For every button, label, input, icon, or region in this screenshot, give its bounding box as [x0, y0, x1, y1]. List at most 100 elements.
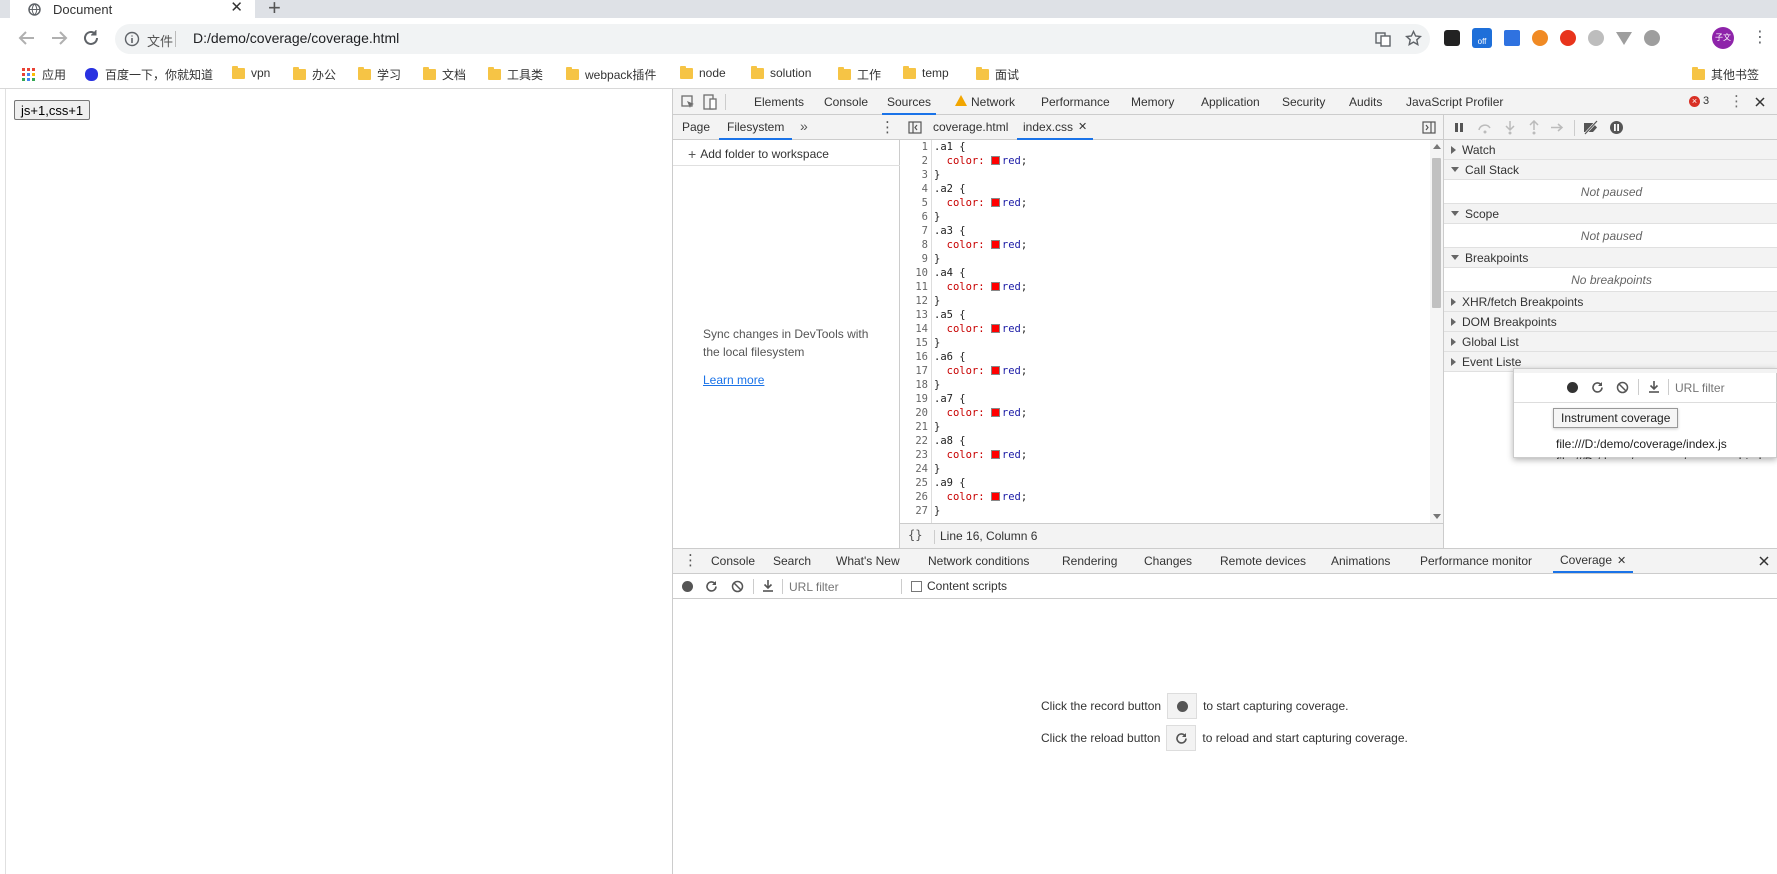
off-extension-icon[interactable]: off [1472, 28, 1492, 48]
bookmark-folder[interactable]: solution [751, 65, 811, 80]
error-count[interactable]: 3 [1703, 95, 1709, 107]
star-icon[interactable] [1405, 30, 1422, 47]
file-tab-index-css[interactable]: index.css ✕ [1017, 115, 1094, 140]
code-line[interactable]: color: red; [934, 280, 1028, 294]
drawer-tab-rendering[interactable]: Rendering [1062, 549, 1117, 573]
device-toolbar-icon[interactable] [703, 94, 717, 110]
reload-icon[interactable] [705, 580, 718, 593]
devtools-menu-icon[interactable]: ⋮ [1729, 92, 1744, 110]
code-line[interactable]: color: red; [934, 196, 1028, 210]
line-number[interactable]: 8 [900, 238, 931, 252]
line-number[interactable]: 20 [900, 406, 931, 420]
tab-memory[interactable]: Memory [1131, 89, 1174, 115]
add-folder-button[interactable]: + Add folder to workspace [688, 146, 829, 162]
code-line[interactable]: .a3 { [934, 224, 966, 238]
address-bar[interactable]: 文件 D:/demo/coverage/coverage.html [115, 24, 1430, 54]
pocket-icon[interactable] [1504, 30, 1520, 46]
tab-elements[interactable]: Elements [754, 89, 804, 115]
navigator-menu-icon[interactable]: ⋮ [880, 118, 895, 136]
drawer-tab-remote-devices[interactable]: Remote devices [1220, 549, 1306, 573]
coverage-row[interactable]: file:///D:/demo/coverage/index.js [1556, 437, 1727, 451]
code-line[interactable]: .a2 { [934, 182, 966, 196]
url-text[interactable]: D:/demo/coverage/coverage.html [193, 30, 399, 46]
record-button[interactable] [1167, 693, 1198, 719]
color-swatch[interactable] [990, 492, 1000, 501]
code-line[interactable]: } [934, 504, 940, 518]
line-number[interactable]: 14 [900, 322, 931, 336]
deactivate-breakpoints-icon[interactable] [1582, 120, 1600, 135]
back-icon[interactable] [18, 29, 36, 47]
drawer-tab-console[interactable]: Console [711, 549, 755, 573]
drawer-tab-performance-monitor[interactable]: Performance monitor [1420, 549, 1532, 573]
color-swatch[interactable] [990, 198, 1000, 207]
drawer-tab-network-conditions[interactable]: Network conditions [928, 549, 1029, 573]
tab-audits[interactable]: Audits [1349, 89, 1382, 115]
code-line[interactable]: color: red; [934, 448, 1028, 462]
code-line[interactable]: } [934, 210, 940, 224]
tab-application[interactable]: Application [1201, 89, 1260, 115]
line-number[interactable]: 3 [900, 168, 931, 182]
bookmark-folder[interactable]: 办公 [293, 66, 336, 83]
tab-close-icon[interactable]: ✕ [230, 0, 243, 16]
code-line[interactable]: .a6 { [934, 350, 966, 364]
code-line[interactable]: } [934, 420, 940, 434]
clear-icon[interactable] [1616, 381, 1629, 394]
circle-icon[interactable] [1644, 30, 1660, 46]
bookmark-baidu[interactable]: 百度一下，你就知道 [85, 66, 213, 83]
line-number[interactable]: 27 [900, 504, 931, 518]
line-number[interactable]: 22 [900, 434, 931, 448]
color-swatch[interactable] [990, 240, 1000, 249]
close-coverage-icon[interactable]: ✕ [1617, 554, 1626, 567]
section-scope[interactable]: Scope [1444, 204, 1777, 224]
color-swatch[interactable] [990, 408, 1000, 417]
tab-page[interactable]: Page [682, 120, 710, 134]
line-number[interactable]: 24 [900, 462, 931, 476]
step-out-icon[interactable] [1528, 120, 1540, 135]
drawer-tab-changes[interactable]: Changes [1144, 549, 1192, 573]
translate-icon[interactable] [1375, 31, 1391, 47]
line-number[interactable]: 19 [900, 392, 931, 406]
code-line[interactable]: color: red; [934, 322, 1028, 336]
line-number[interactable]: 26 [900, 490, 931, 504]
vue-icon[interactable] [1616, 31, 1632, 45]
section-dom-breakpoints[interactable]: DOM Breakpoints [1444, 312, 1777, 332]
line-number[interactable]: 17 [900, 364, 931, 378]
bookmark-folder[interactable]: 工作 [838, 66, 881, 83]
scroll-thumb[interactable] [1432, 158, 1441, 308]
reload-icon[interactable] [82, 29, 100, 47]
line-number[interactable]: 21 [900, 420, 931, 434]
toggle-navigator-icon[interactable] [908, 121, 922, 134]
learn-more-link[interactable]: Learn more [703, 373, 764, 387]
tab-javascript-profiler[interactable]: JavaScript Profiler [1406, 89, 1503, 115]
toggle-debugger-icon[interactable] [1422, 121, 1436, 134]
section-global-list[interactable]: Global List [1444, 332, 1777, 352]
profile-avatar[interactable]: 子文 [1712, 27, 1734, 49]
moon-icon[interactable] [1588, 30, 1604, 46]
bookmark-folder[interactable]: 面试 [976, 66, 1019, 83]
export-icon[interactable] [762, 579, 774, 593]
scroll-down-icon[interactable] [1433, 514, 1441, 519]
code-line[interactable]: } [934, 168, 940, 182]
drawer-tab-animations[interactable]: Animations [1331, 549, 1390, 573]
code-line[interactable]: .a1 { [934, 140, 966, 154]
pause-icon[interactable] [1454, 122, 1464, 133]
file-tab-coverage-html[interactable]: coverage.html [933, 120, 1008, 134]
line-number[interactable]: 1 [900, 140, 931, 154]
line-number[interactable]: 12 [900, 294, 931, 308]
code-line[interactable]: } [934, 378, 940, 392]
line-number[interactable]: 7 [900, 224, 931, 238]
section-breakpoints[interactable]: Breakpoints [1444, 248, 1777, 268]
drawer-tab-coverage[interactable]: Coverage ✕ [1553, 549, 1634, 573]
section-watch[interactable]: Watch [1444, 140, 1777, 160]
reload-icon[interactable] [1591, 381, 1604, 394]
line-number[interactable]: 13 [900, 308, 931, 322]
record-icon[interactable] [682, 581, 693, 592]
bookmark-icon[interactable] [1444, 30, 1460, 46]
code-line[interactable]: .a4 { [934, 266, 966, 280]
color-swatch[interactable] [990, 324, 1000, 333]
line-number[interactable]: 4 [900, 182, 931, 196]
drawer-tab-whats-new[interactable]: What's New [836, 549, 900, 573]
record-icon[interactable] [1567, 382, 1578, 393]
tab-security[interactable]: Security [1282, 89, 1325, 115]
line-number[interactable]: 2 [900, 154, 931, 168]
